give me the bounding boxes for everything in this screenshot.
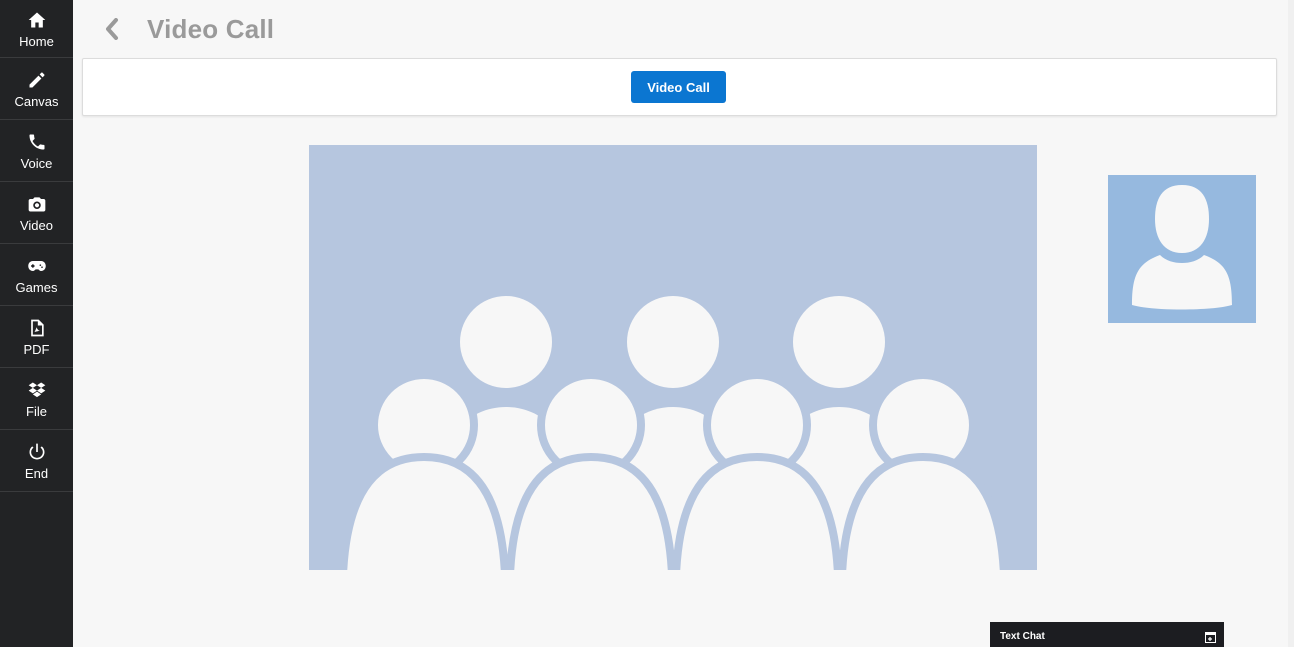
home-icon (26, 9, 48, 31)
power-icon (26, 441, 48, 463)
sidebar-item-label: Canvas (14, 94, 59, 109)
sidebar: Home Canvas Voice Video Games PDF File E… (0, 0, 73, 647)
text-chat-label: Text Chat (1000, 631, 1045, 642)
text-chat-bar[interactable]: Text Chat (990, 622, 1224, 647)
local-video (1108, 175, 1256, 323)
sidebar-item-label: Games (15, 280, 58, 295)
back-button[interactable] (101, 12, 123, 46)
camera-icon (26, 193, 48, 215)
dropbox-icon (26, 379, 48, 401)
sidebar-item-canvas[interactable]: Canvas (0, 58, 73, 120)
page-title: Video Call (147, 13, 275, 44)
sidebar-item-label: PDF (23, 342, 50, 357)
sidebar-item-video[interactable]: Video (0, 182, 73, 244)
toolbar-card: Video Call (82, 58, 1277, 116)
sidebar-item-label: Video (19, 218, 53, 233)
sidebar-item-label: Voice (20, 156, 53, 171)
pencil-icon (26, 69, 48, 91)
group-avatar-icon (339, 296, 1008, 570)
scrollbar[interactable] (1288, 0, 1294, 647)
sidebar-item-home[interactable]: Home (0, 0, 73, 58)
sidebar-item-pdf[interactable]: PDF (0, 306, 73, 368)
gamepad-icon (26, 255, 48, 277)
sidebar-item-label: File (26, 404, 47, 419)
sidebar-item-file[interactable]: File (0, 368, 73, 430)
phone-icon (26, 131, 48, 153)
main-content: Video Call Video Call Text Chat (73, 0, 1294, 647)
remote-video (309, 145, 1037, 570)
sidebar-item-end[interactable]: End (0, 430, 73, 492)
page-header: Video Call (101, 12, 274, 46)
user-avatar-icon (1132, 185, 1232, 310)
video-call-button[interactable]: Video Call (631, 71, 726, 103)
pdf-file-icon (26, 317, 48, 339)
sidebar-item-label: End (24, 466, 49, 481)
chevron-left-icon (106, 18, 118, 40)
sidebar-item-voice[interactable]: Voice (0, 120, 73, 182)
sidebar-item-games[interactable]: Games (0, 244, 73, 306)
expand-window-icon[interactable] (1205, 632, 1216, 643)
sidebar-item-label: Home (19, 34, 54, 49)
